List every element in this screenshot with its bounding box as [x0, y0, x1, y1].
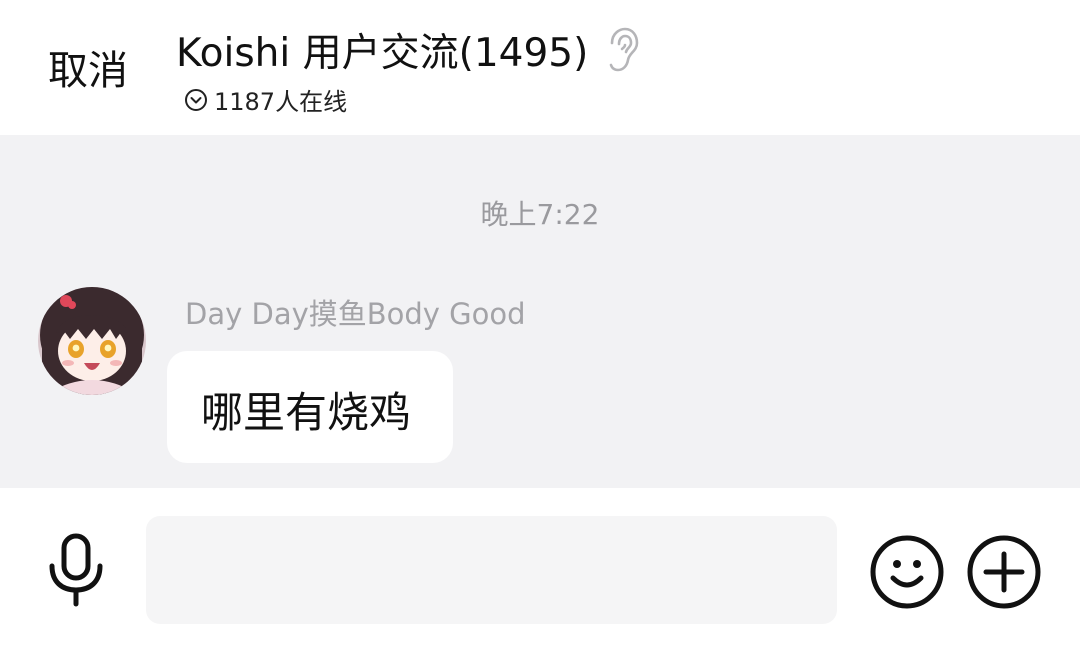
chevron-down-circle-icon: [184, 88, 208, 112]
avatar[interactable]: [38, 287, 146, 395]
plus-circle-icon[interactable]: [966, 534, 1042, 610]
message-bubble[interactable]: 哪里有烧鸡: [167, 351, 453, 463]
message-input[interactable]: [146, 516, 837, 624]
title-row: Koishi 用户交流(1495): [176, 22, 640, 78]
group-title[interactable]: Koishi 用户交流(1495): [176, 22, 588, 78]
sender-name[interactable]: Day Day摸鱼Body Good: [185, 291, 526, 333]
message-text: 哪里有烧鸡: [201, 388, 412, 437]
smiley-icon[interactable]: [869, 534, 945, 610]
microphone-icon[interactable]: [44, 532, 108, 608]
message-list[interactable]: 晚上7:22 Day Day摸鱼Body Good 哪里有烧鸡: [0, 135, 1080, 488]
chat-header: 取消 Koishi 用户交流(1495) 1187人在线: [0, 0, 1080, 135]
message-timestamp: 晚上7:22: [480, 198, 600, 231]
cancel-button[interactable]: 取消: [48, 38, 128, 96]
ear-icon[interactable]: [606, 27, 640, 73]
online-count: 1187人在线: [214, 88, 348, 116]
input-bar: [0, 488, 1080, 651]
online-status[interactable]: 1187人在线: [184, 82, 347, 117]
